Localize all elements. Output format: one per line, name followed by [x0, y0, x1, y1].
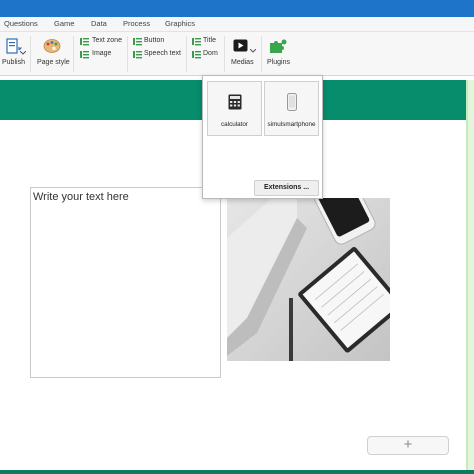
text-zone-button[interactable]: Text zone [80, 37, 124, 47]
button-tool-icon [133, 38, 142, 46]
media-tile-label: calculator [221, 121, 248, 128]
page-style-label: Page style [37, 59, 70, 66]
button-tool-label: Button [144, 37, 165, 44]
plugins-button[interactable] [269, 38, 287, 54]
desk-photo-image [227, 198, 390, 361]
medias-dropdown-panel: calculator simulsmartphone Extensions ..… [202, 75, 323, 199]
medias-button[interactable] [233, 39, 248, 52]
dom-tool-label: Dom [203, 50, 218, 57]
media-tile-calculator[interactable]: calculator [207, 81, 262, 136]
button-tool-button[interactable]: Button [133, 37, 183, 47]
speech-text-icon [133, 51, 142, 59]
title-tool-icon [192, 38, 201, 46]
extensions-button[interactable]: Extensions ... [254, 180, 319, 196]
plugins-label: Plugins [267, 59, 290, 66]
image-button[interactable]: Image [80, 50, 124, 60]
canvas-right-border [466, 80, 474, 474]
media-player-icon [233, 39, 248, 52]
text-zone-icon [80, 38, 89, 46]
ribbon-divider [261, 36, 262, 72]
page-style-button[interactable] [43, 38, 61, 54]
dom-tool-icon [192, 51, 201, 59]
title-tool-label: Title [203, 37, 216, 44]
smartphone-icon [287, 93, 297, 111]
menu-item-graphics[interactable]: Graphics [165, 19, 195, 28]
canvas-bottom-border [0, 470, 474, 474]
calculator-icon [228, 94, 242, 110]
ribbon-divider [30, 36, 31, 72]
window-title-bar [0, 0, 474, 17]
ribbon-divider [73, 36, 74, 72]
menu-item-questions[interactable]: Questions [4, 19, 38, 28]
menu-bar: Questions Game Data Process Graphics [0, 17, 474, 32]
image-icon [80, 51, 89, 59]
menu-item-game[interactable]: Game [54, 19, 74, 28]
text-zone-element[interactable]: Write your text here [30, 187, 221, 378]
medias-dropdown-chevron-icon[interactable] [250, 49, 256, 53]
menu-item-data[interactable]: Data [91, 19, 107, 28]
media-tile-simulsmartphone[interactable]: simulsmartphone [264, 81, 319, 136]
image-label: Image [92, 50, 112, 57]
medias-label: Medias [231, 59, 254, 66]
dom-tool-button[interactable]: Dom [192, 50, 220, 60]
ribbon-divider [224, 36, 225, 72]
ribbon-divider [127, 36, 128, 72]
add-section-button[interactable]: + [367, 436, 449, 455]
publish-dropdown-chevron-icon[interactable] [20, 51, 26, 55]
ribbon-divider [186, 36, 187, 72]
speech-text-label: Speech text [144, 50, 181, 57]
text-zone-label: Text zone [92, 37, 122, 44]
publish-label: Publish [2, 59, 25, 66]
menu-item-process[interactable]: Process [123, 19, 150, 28]
title-tool-button[interactable]: Title [192, 37, 220, 47]
text-zone-content: Write your text here [33, 191, 129, 203]
media-tile-label: simulsmartphone [267, 121, 316, 128]
speech-text-button[interactable]: Speech text [133, 50, 183, 60]
image-element[interactable] [227, 198, 390, 361]
palette-icon [43, 39, 61, 53]
puzzle-piece-icon [270, 39, 287, 53]
